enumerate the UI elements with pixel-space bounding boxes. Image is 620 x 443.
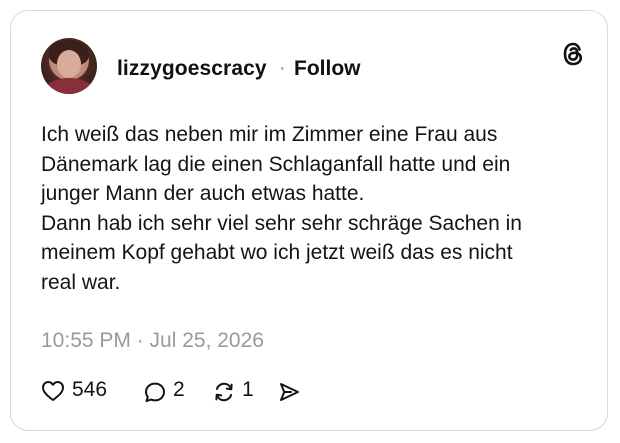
post-text: Ich weiß das neben mir im Zimmer eine Fr…	[41, 123, 522, 294]
avatar-face	[57, 50, 81, 78]
share-button[interactable]	[277, 377, 303, 407]
repost-icon	[215, 382, 233, 402]
header-separator: ·	[279, 57, 286, 79]
like-button[interactable]: 546	[41, 377, 121, 407]
post-card: lizzygoescracy · Follow Ich weiß das neb…	[10, 10, 608, 431]
comment-icon	[145, 382, 165, 402]
send-icon	[280, 383, 299, 401]
username-link[interactable]: lizzygoescracy	[117, 57, 267, 81]
repost-count: 1	[242, 378, 254, 401]
avatar-shirt	[45, 78, 93, 94]
avatar[interactable]	[41, 38, 97, 94]
reply-count: 2	[173, 378, 185, 401]
like-count: 546	[72, 378, 108, 401]
post-timestamp[interactable]: 10:55 PM · Jul 25, 2026	[41, 329, 264, 353]
follow-button[interactable]: Follow	[294, 57, 361, 81]
heart-icon	[42, 381, 64, 401]
reply-button[interactable]: 2	[143, 377, 193, 407]
threads-logo-icon[interactable]	[560, 40, 586, 68]
repost-button[interactable]: 1	[212, 377, 262, 407]
